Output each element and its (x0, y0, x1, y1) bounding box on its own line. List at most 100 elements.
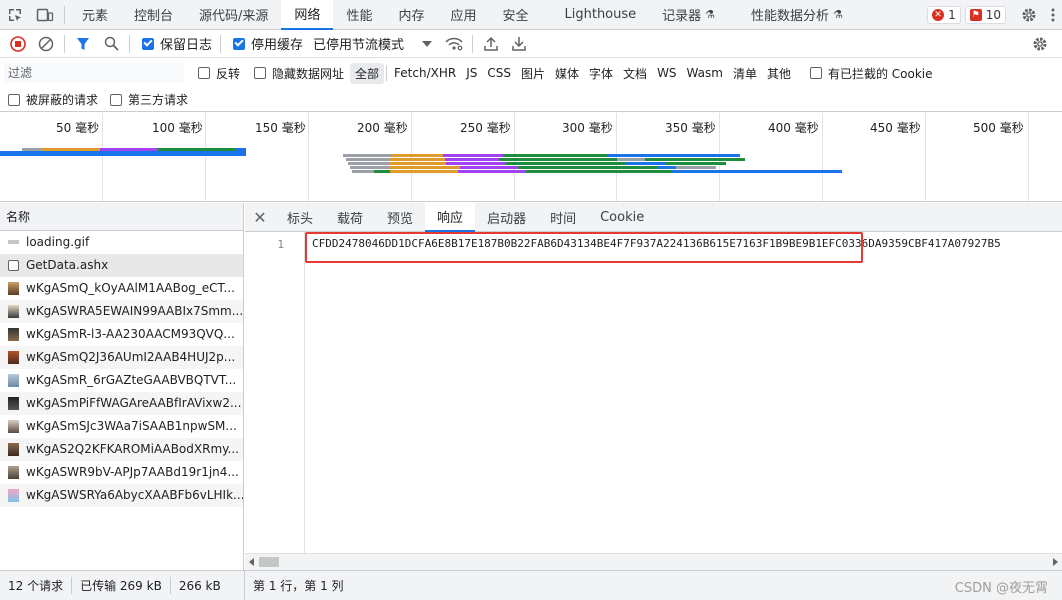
tab-payload[interactable]: 载荷 (325, 203, 375, 232)
export-har-icon[interactable] (505, 30, 533, 58)
request-name: wKgASmPiFfWAGAreAABfIrAVixw2... (26, 396, 242, 410)
type-filter-font[interactable]: 字体 (584, 63, 618, 84)
divider (220, 34, 222, 53)
request-row[interactable]: GetData.ashx (0, 254, 243, 277)
tab-performance[interactable]: 性能 (333, 0, 385, 30)
response-viewer[interactable]: 1 CFDD2478046DD1DCFA6E8B17E187B0B22FAB6D… (245, 232, 1062, 553)
device-toolbar-icon[interactable] (30, 0, 60, 30)
tab-preview[interactable]: 预览 (375, 203, 425, 232)
type-filter-img[interactable]: 图片 (516, 63, 550, 84)
network-conditions-icon[interactable] (440, 30, 468, 58)
inspect-element-icon[interactable] (0, 0, 30, 30)
filter-input[interactable] (4, 63, 184, 83)
scroll-left-icon[interactable] (249, 558, 254, 566)
invert-checkbox[interactable]: 反转 (198, 65, 240, 82)
request-row[interactable]: wKgASmR-l3-AA230AACM93QVQ... (0, 323, 243, 346)
tab-lighthouse[interactable]: Lighthouse (552, 0, 650, 30)
preserve-log-label: 保留日志 (160, 38, 213, 53)
timeline-tick-label: 450 毫秒 (870, 121, 921, 135)
request-rows: loading.gif GetData.ashx wKgASmQ_kOyAAlM… (0, 231, 243, 507)
disable-cache-checkbox[interactable]: 停用缓存 (233, 34, 303, 53)
waterfall-bar (390, 166, 460, 169)
document-file-icon (8, 259, 19, 271)
tab-network[interactable]: 网络 (281, 0, 334, 30)
watermark: CSDN @夜无霄 (954, 581, 1048, 596)
tab-initiator[interactable]: 启动器 (475, 203, 538, 232)
horizontal-scrollbar[interactable] (245, 553, 1062, 570)
tab-timing[interactable]: 时间 (538, 203, 588, 232)
filter-icon[interactable] (69, 30, 97, 58)
scrollbar-thumb[interactable] (259, 557, 279, 567)
waterfall-bar (374, 170, 390, 173)
request-row[interactable]: wKgASWR9bV-APJp7AABd19r1jn4... (0, 461, 243, 484)
divider (64, 34, 65, 53)
waterfall-bar (526, 170, 672, 173)
tab-headers[interactable]: 标头 (275, 203, 325, 232)
request-name: wKgASmR-l3-AA230AACM93QVQ... (26, 327, 235, 341)
hide-data-urls-checkbox[interactable]: 隐藏数据网址 (254, 65, 344, 82)
throttle-select[interactable]: 已停用节流模式 (313, 34, 433, 53)
type-filter-wasm[interactable]: Wasm (682, 64, 728, 82)
request-detail-tabs: ✕ 标头 载荷 预览 响应 启动器 时间 Cookie (245, 202, 1062, 232)
type-filter-other[interactable]: 其他 (762, 63, 796, 84)
type-filter-ws[interactable]: WS (652, 64, 681, 82)
type-filter-fetch-xhr[interactable]: Fetch/XHR (389, 64, 461, 82)
filter-bar: 反转 隐藏数据网址 全部 Fetch/XHR JS CSS 图片 媒体 字体 文… (0, 58, 1062, 88)
checkbox-unchecked-icon (809, 67, 822, 79)
timeline-gridline (1028, 113, 1029, 201)
request-row[interactable]: wKgAS2Q2KFKAROMiAABodXRmy... (0, 438, 243, 461)
tab-application[interactable]: 应用 (437, 0, 489, 30)
type-filter-all[interactable]: 全部 (350, 62, 385, 84)
image-file-icon (8, 240, 19, 244)
more-options-icon[interactable] (1044, 0, 1062, 30)
request-row[interactable]: wKgASWSRYa6AbycXAABFb6vLHIk... (0, 484, 243, 507)
request-row[interactable]: wKgASWRA5EWAIN99AABIx7Smm... (0, 300, 243, 323)
scroll-right-icon[interactable] (1053, 558, 1058, 566)
import-har-icon[interactable] (477, 30, 505, 58)
close-icon[interactable]: ✕ (245, 203, 275, 232)
tab-elements[interactable]: 元素 (69, 0, 121, 30)
tab-memory[interactable]: 内存 (385, 0, 437, 30)
request-row[interactable]: wKgASmQ_kOyAAlM1AABog_eCT... (0, 277, 243, 300)
tab-recorder[interactable]: 记录器 ⚗ (649, 0, 728, 30)
request-name: wKgAS2Q2KFKAROMiAABodXRmy... (26, 442, 239, 456)
third-party-checkbox[interactable]: 第三方请求 (110, 91, 188, 108)
type-filter-js[interactable]: JS (461, 64, 482, 82)
request-name: wKgASWSRYa6AbycXAABFb6vLHIk... (26, 488, 243, 502)
preserve-log-checkbox[interactable]: 保留日志 (142, 34, 212, 53)
tab-security[interactable]: 安全 (489, 0, 541, 30)
error-count-badge[interactable]: ✕ 1 (927, 5, 961, 24)
request-row[interactable]: wKgASmR_6rGAZteGAABVBQTVT... (0, 369, 243, 392)
network-settings-gear-icon[interactable] (1026, 30, 1054, 58)
blocked-requests-checkbox[interactable]: 被屏蔽的请求 (8, 91, 98, 108)
tab-cookies[interactable]: Cookie (588, 203, 656, 232)
tab-response[interactable]: 响应 (425, 202, 476, 232)
request-name: wKgASmQ_kOyAAlM1AABog_eCT... (26, 281, 235, 295)
search-icon[interactable] (97, 30, 125, 58)
clear-icon[interactable] (32, 30, 60, 58)
tab-performance-insights[interactable]: 性能数据分析 ⚗ (738, 0, 856, 30)
type-filter-media[interactable]: 媒体 (550, 63, 584, 84)
image-thumbnail-icon (8, 488, 19, 502)
request-row[interactable]: wKgASmPiFfWAGAreAABfIrAVixw2... (0, 392, 243, 415)
type-filter-css[interactable]: CSS (482, 64, 516, 82)
warning-count-badge[interactable]: ⚑ 10 (964, 5, 1006, 24)
waterfall-bar (158, 148, 236, 151)
disable-cache-label: 停用缓存 (251, 38, 304, 53)
gear-icon[interactable] (1014, 0, 1044, 30)
record-stop-icon[interactable] (4, 30, 32, 58)
type-filter-manifest[interactable]: 清单 (728, 63, 762, 84)
waterfall-bar (445, 158, 499, 161)
blocked-cookies-checkbox[interactable]: 有已拦截的 Cookie (809, 65, 933, 82)
name-column-header[interactable]: 名称 (0, 203, 243, 231)
request-row[interactable]: wKgASmQ2J36AUmI2AAB4HUJ2p... (0, 346, 243, 369)
network-overview-timeline[interactable]: 50 毫秒 100 毫秒 150 毫秒 200 毫秒 250 毫秒 300 毫秒… (0, 113, 1062, 202)
type-filter-doc[interactable]: 文档 (618, 63, 652, 84)
tab-console[interactable]: 控制台 (121, 0, 186, 30)
request-row[interactable]: loading.gif (0, 231, 243, 254)
waterfall-bar (458, 170, 526, 173)
tab-sources[interactable]: 源代码/来源 (186, 0, 281, 30)
timeline-gridline (102, 113, 103, 201)
checkbox-unchecked-icon (254, 67, 267, 79)
request-row[interactable]: wKgASmSJc3WAa7iSAAB1npwSM... (0, 415, 243, 438)
